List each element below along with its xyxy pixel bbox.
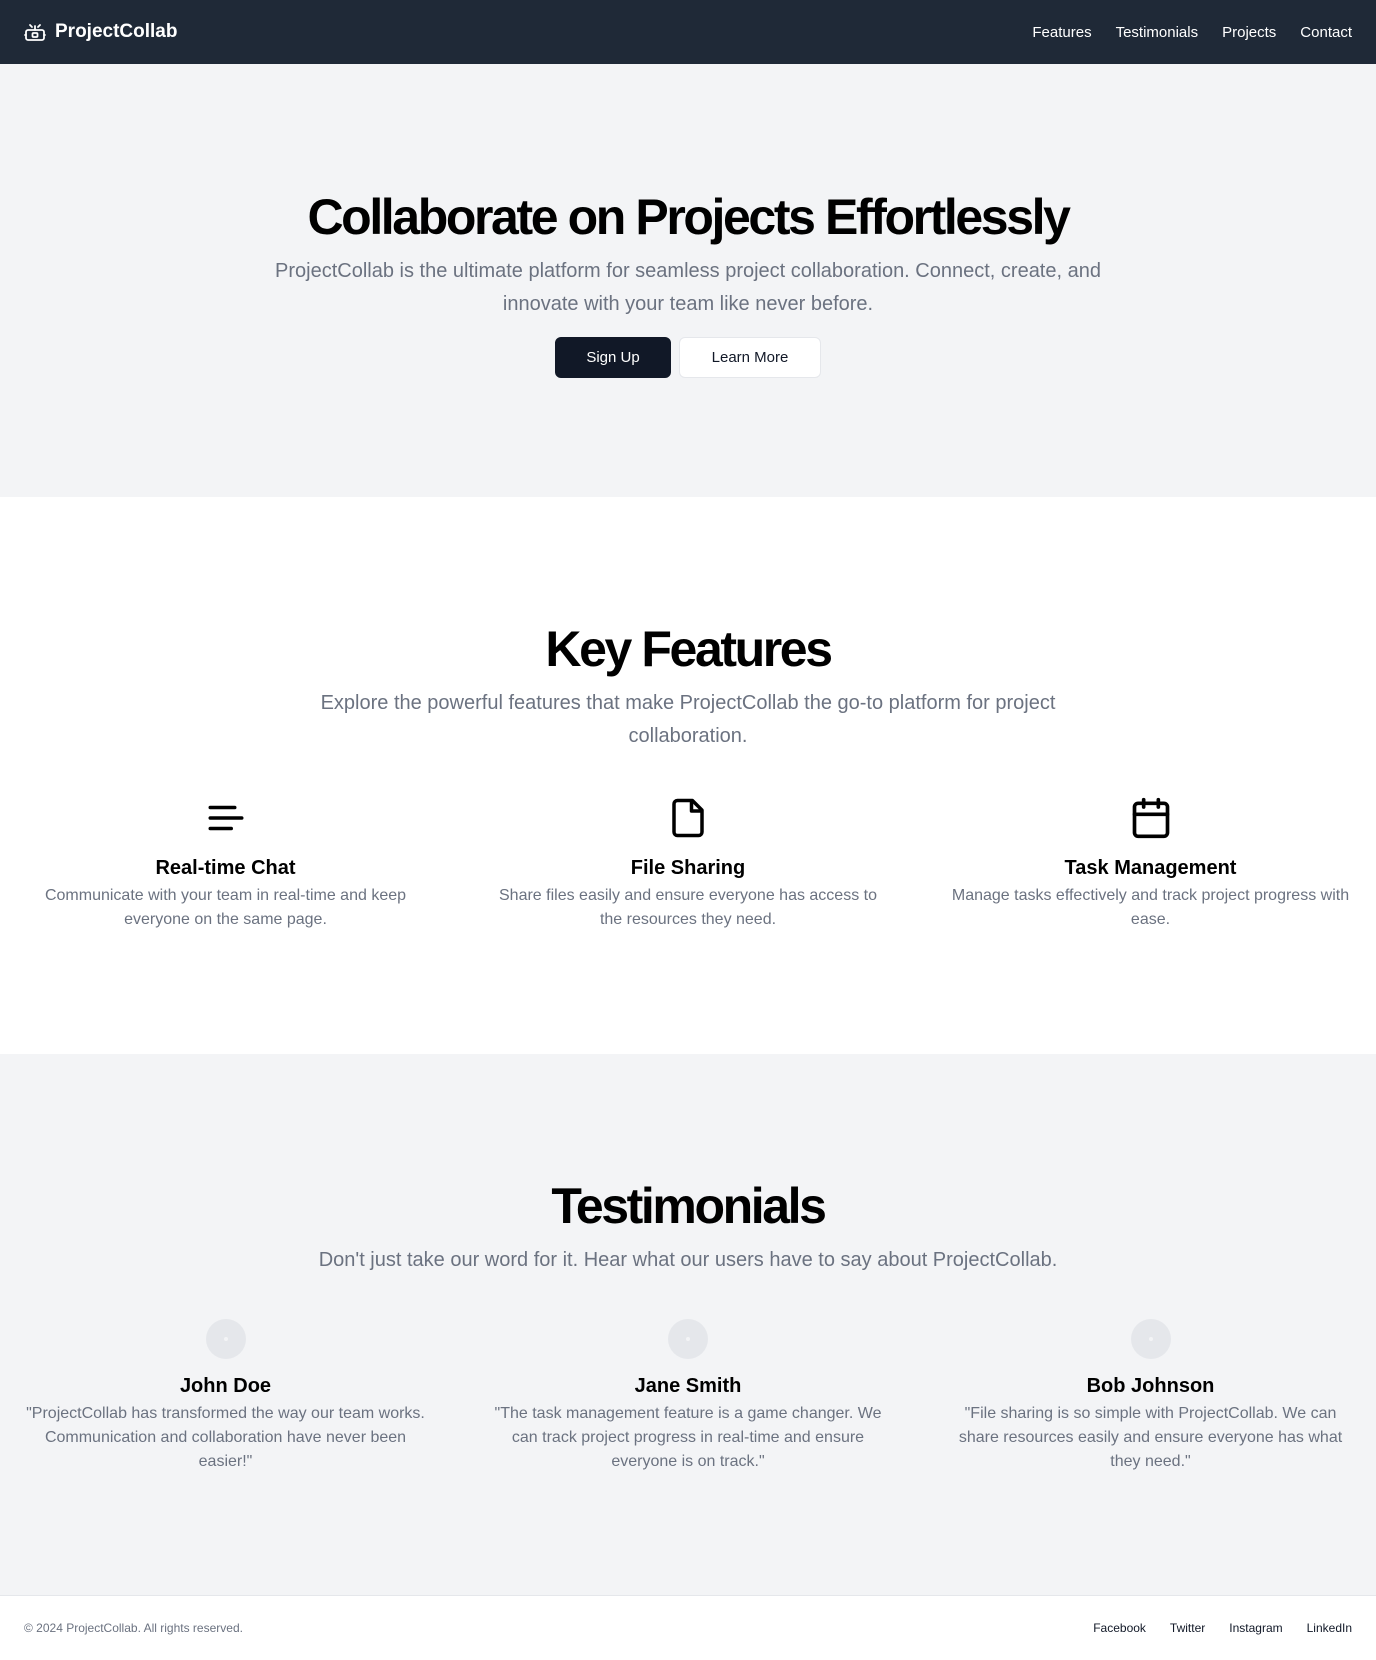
- nav-link-projects[interactable]: Projects: [1222, 24, 1276, 41]
- hero-title: Collaborate on Projects Effortlessly: [307, 189, 1070, 245]
- testimonial-card: Jane Smith "The task management feature …: [487, 1319, 890, 1474]
- avatar: [1130, 1319, 1171, 1359]
- brand-name: ProjectCollab: [55, 21, 178, 42]
- testimonials-section: Testimonials Don't just take our word fo…: [0, 1054, 1376, 1595]
- footer-link-instagram[interactable]: Instagram: [1229, 1621, 1282, 1635]
- nav-link-contact[interactable]: Contact: [1300, 24, 1352, 41]
- testimonial-card: John Doe "ProjectCollab has transformed …: [24, 1319, 427, 1474]
- hero-subtitle: ProjectCollab is the ultimate platform f…: [275, 260, 1101, 315]
- footer-link-twitter[interactable]: Twitter: [1170, 1621, 1205, 1635]
- testimonials-title: Testimonials: [551, 1178, 827, 1234]
- sign-up-button[interactable]: Sign Up: [555, 337, 671, 378]
- testimonials-subtitle: Don't just take our word for it. Hear wh…: [318, 1249, 1058, 1271]
- hero-actions: Sign Up Learn More: [555, 337, 821, 378]
- text-lines-icon: [205, 795, 247, 841]
- testimonial-quote: "The task management feature is a game c…: [494, 1405, 882, 1470]
- feature-description: Manage tasks effectively and track proje…: [951, 887, 1350, 928]
- footer-link-linkedin[interactable]: LinkedIn: [1307, 1621, 1352, 1635]
- testimonial-name: John Doe: [179, 1375, 272, 1397]
- feature-card: Task Management Manage tasks effectively…: [949, 795, 1352, 932]
- features-title: Key Features: [545, 621, 833, 677]
- features-grid: Real-time Chat Communicate with your tea…: [0, 795, 1376, 932]
- testimonial-quote: "ProjectCollab has transformed the way o…: [26, 1405, 425, 1470]
- feature-description: Share files easily and ensure everyone h…: [499, 887, 877, 928]
- nav-link-testimonials[interactable]: Testimonials: [1116, 24, 1199, 41]
- feature-title: File Sharing: [630, 857, 746, 879]
- feature-description: Communicate with your team in real-time …: [44, 887, 407, 928]
- footer-link-facebook[interactable]: Facebook: [1093, 1621, 1146, 1635]
- nav-link-features[interactable]: Features: [1032, 24, 1091, 41]
- testimonial-card: Bob Johnson "File sharing is so simple w…: [949, 1319, 1352, 1474]
- testimonial-name: Jane Smith: [634, 1375, 742, 1397]
- file-icon: [667, 795, 709, 841]
- testimonial-name: Bob Johnson: [1086, 1375, 1215, 1397]
- copyright-text: © 2024 ProjectCollab. All rights reserve…: [24, 1621, 243, 1635]
- calendar-icon: [1129, 795, 1173, 841]
- bot-icon: [24, 22, 46, 42]
- testimonial-quote: "File sharing is so simple with ProjectC…: [958, 1405, 1343, 1470]
- feature-title: Task Management: [1064, 857, 1237, 879]
- feature-card: File Sharing Share files easily and ensu…: [487, 795, 890, 932]
- footer: © 2024 ProjectCollab. All rights reserve…: [0, 1595, 1376, 1660]
- learn-more-button[interactable]: Learn More: [679, 337, 821, 378]
- top-navbar: ProjectCollab Features Testimonials Proj…: [0, 0, 1376, 64]
- feature-title: Real-time Chat: [155, 857, 296, 879]
- features-subtitle: Explore the powerful features that make …: [320, 692, 1056, 747]
- feature-card: Real-time Chat Communicate with your tea…: [24, 795, 427, 932]
- footer-links: Facebook Twitter Instagram LinkedIn: [1093, 1621, 1352, 1635]
- features-section: Key Features Explore the powerful featur…: [0, 497, 1376, 1054]
- main-nav: Features Testimonials Projects Contact: [1032, 24, 1352, 41]
- avatar: [668, 1319, 708, 1359]
- avatar: [205, 1319, 246, 1359]
- testimonials-grid: John Doe "ProjectCollab has transformed …: [0, 1319, 1376, 1474]
- brand[interactable]: ProjectCollab: [24, 21, 177, 43]
- hero-section: Collaborate on Projects Effortlessly Pro…: [0, 64, 1376, 497]
